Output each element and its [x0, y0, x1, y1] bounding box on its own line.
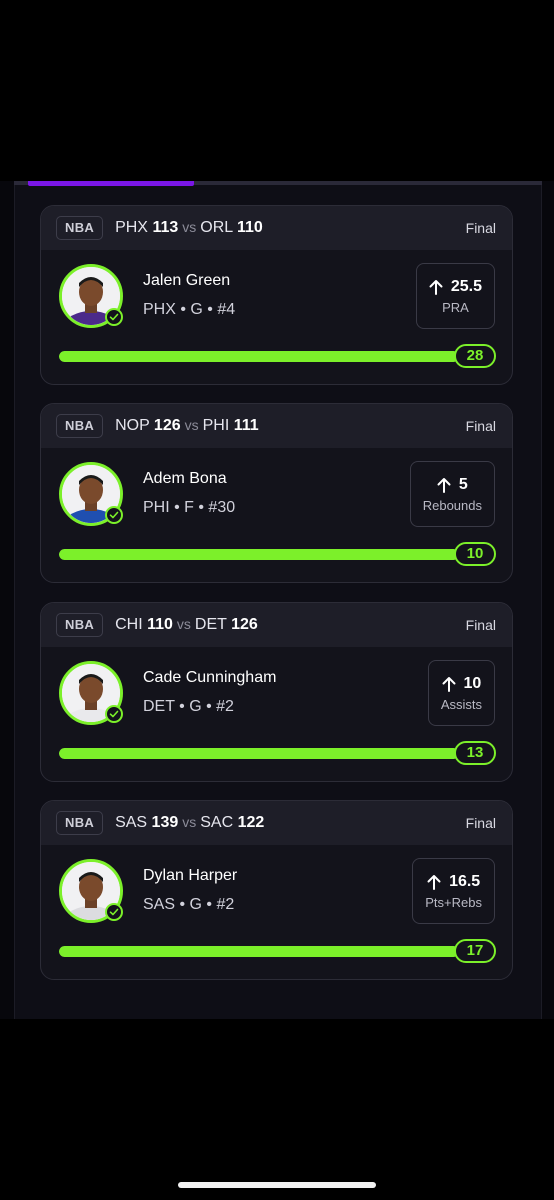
game-status: Final: [465, 220, 496, 236]
pick-line: 25.5: [429, 278, 482, 296]
away-team: PHX: [115, 219, 148, 236]
away-team: CHI: [115, 616, 143, 633]
result-value: 17: [454, 939, 496, 963]
progress-fill: [59, 748, 459, 759]
progress-fill: [59, 549, 459, 560]
verified-check-icon: [105, 308, 123, 326]
arrow-up-icon: [429, 279, 443, 295]
result-value: 10: [454, 542, 496, 566]
league-badge: NBA: [56, 414, 104, 438]
home-team: PHI: [202, 417, 230, 434]
pick-line-box[interactable]: 25.5 PRA: [415, 263, 495, 329]
arrow-up-icon: [437, 477, 451, 493]
away-score: 110: [147, 616, 173, 633]
arrow-up-icon: [442, 676, 456, 692]
home-team: DET: [194, 616, 227, 633]
matchup: SAS 139 vs SAC 122: [115, 814, 264, 832]
pick-card[interactable]: NBA NOP 126 vs PHI 111 Final Adem Bona PH: [40, 403, 513, 583]
pick-card[interactable]: NBA SAS 139 vs SAC 122 Final Dylan Harper: [40, 800, 513, 980]
game-header: NBA SAS 139 vs SAC 122 Final: [41, 801, 512, 845]
matchup: CHI 110 vs DET 126: [115, 616, 258, 634]
stat-type: Rebounds: [422, 497, 482, 513]
progress-bar: [59, 946, 459, 957]
league-badge: NBA: [56, 613, 104, 637]
pick-card[interactable]: NBA CHI 110 vs DET 126 Final Cade Cunningh…: [40, 602, 513, 782]
progress-bar: [59, 748, 459, 759]
away-score: 139: [151, 814, 179, 831]
pick-line-box[interactable]: 10 Assists: [427, 660, 495, 726]
player-meta: SAS • G • #2: [143, 896, 235, 913]
line-value: 16.5: [449, 872, 481, 890]
verified-check-icon: [105, 705, 123, 723]
pick-line-box[interactable]: 5 Rebounds: [409, 461, 495, 527]
progress-fill: [59, 351, 459, 362]
line-value: 25.5: [450, 277, 482, 295]
active-tab-indicator: [28, 181, 194, 186]
panel-right-edge: [541, 181, 554, 1019]
home-score: 122: [237, 814, 265, 831]
player-meta: PHI • F • #30: [143, 499, 236, 516]
matchup: PHX 113 vs ORL 110: [115, 219, 263, 237]
league-badge: NBA: [56, 216, 104, 240]
verified-check-icon: [105, 903, 123, 921]
progress-bar: [59, 549, 459, 560]
line-value: 10: [463, 674, 482, 692]
pick-line: 10: [442, 674, 482, 693]
away-team: NOP: [115, 417, 150, 434]
vs-label: vs: [182, 219, 197, 235]
stat-type: PRA: [442, 299, 469, 315]
game-status: Final: [465, 418, 496, 434]
progress-bar: [59, 351, 459, 362]
panel-left-edge: [0, 181, 15, 1019]
vs-label: vs: [176, 616, 191, 632]
matchup: NOP 126 vs PHI 111: [115, 417, 259, 435]
progress-fill: [59, 946, 459, 957]
player-name[interactable]: Cade Cunningham: [143, 669, 276, 687]
game-status: Final: [465, 815, 496, 831]
player-meta: DET • G • #2: [143, 698, 234, 715]
game-header: NBA CHI 110 vs DET 126 Final: [41, 603, 512, 647]
bottom-area: [0, 1019, 554, 1200]
screen: NBA PHX 113vsORL 110 Final Jalen Green: [0, 0, 554, 1200]
player-name[interactable]: Dylan Harper: [143, 867, 237, 885]
result-value: 28: [454, 344, 496, 368]
arrow-up-icon: [427, 874, 441, 890]
player-name[interactable]: Adem Bona: [143, 470, 227, 488]
player-name[interactable]: Jalen Green: [143, 272, 230, 290]
home-team: ORL: [200, 219, 233, 236]
home-score: 111: [233, 417, 259, 434]
away-score: 113: [152, 219, 179, 236]
result-value: 13: [454, 741, 496, 765]
verified-check-icon: [105, 506, 123, 524]
pick-line-box[interactable]: 16.5 Pts+Rebs: [412, 858, 495, 924]
home-score: 126: [231, 616, 258, 633]
game-header: NBA NOP 126 vs PHI 111 Final: [41, 404, 512, 448]
stat-type: Assists: [440, 696, 482, 712]
pick-card[interactable]: NBA PHX 113vsORL 110 Final Jalen Green: [40, 205, 513, 385]
stat-type: Pts+Rebs: [425, 894, 482, 910]
game-status: Final: [465, 617, 496, 633]
pick-line: 16.5: [427, 873, 480, 891]
pick-line: 5: [437, 476, 468, 494]
player-meta: PHX • G • #4: [143, 301, 236, 318]
away-team: SAS: [115, 814, 148, 831]
home-indicator[interactable]: [178, 1182, 376, 1188]
vs-label: vs: [182, 814, 197, 830]
game-header: NBA PHX 113 vs ORL 110 Final: [41, 206, 512, 250]
league-badge: NBA: [56, 811, 104, 835]
line-value: 5: [458, 475, 468, 493]
home-team: SAC: [200, 814, 234, 831]
vs-label: vs: [184, 417, 199, 433]
home-score: 110: [237, 219, 263, 236]
away-score: 126: [153, 417, 181, 434]
